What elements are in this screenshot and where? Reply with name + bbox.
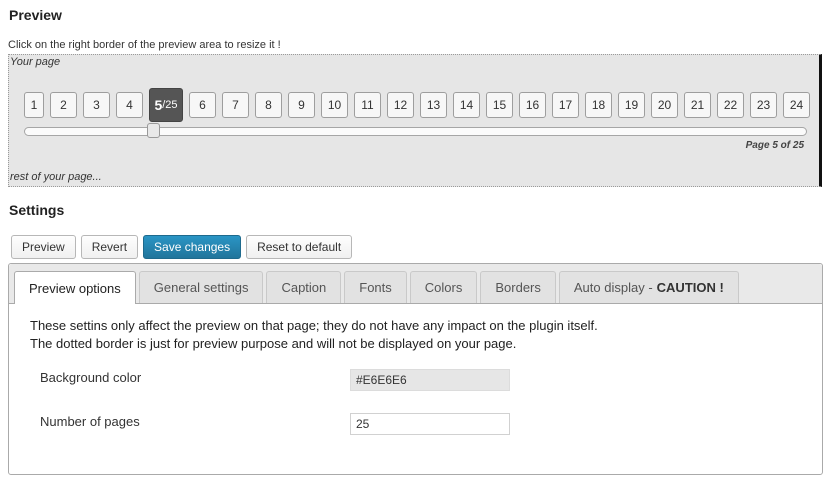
page-button[interactable]: 9 [288,92,315,118]
description-line: The dotted border is just for preview pu… [30,336,517,351]
background-color-label: Background color [40,370,142,385]
page-button[interactable]: 1 [24,92,44,118]
page-button[interactable]: 2 [50,92,77,118]
tab-general-settings[interactable]: General settings [138,271,264,303]
preview-button[interactable]: Preview [11,235,76,259]
current-page-button: 5/25 [149,88,183,122]
tab-borders[interactable]: Borders [480,271,556,303]
page-slider-handle[interactable] [147,123,160,138]
tab-bar: Preview options General settings Caption… [9,264,822,304]
save-changes-button[interactable]: Save changes [143,235,242,259]
page-button[interactable]: 24 [783,92,810,118]
preview-heading: Preview [9,7,62,23]
current-page-total: /25 [162,99,178,111]
tab-caption[interactable]: Caption [266,271,342,303]
rest-of-page-label: rest of your page... [10,171,102,183]
page-button[interactable]: 23 [750,92,777,118]
description-line: These settins only affect the preview on… [30,318,598,333]
current-page-number: 5 [154,97,163,113]
page-button[interactable]: 16 [519,92,546,118]
page-button[interactable]: 22 [717,92,744,118]
tab-content: These settins only affect the preview on… [30,317,812,353]
page-button[interactable]: 4 [116,92,143,118]
page-button[interactable]: 12 [387,92,414,118]
tab-colors[interactable]: Colors [409,271,478,303]
caution-label: CAUTION ! [656,280,724,295]
your-page-label: Your page [10,56,61,68]
page-button[interactable]: 6 [189,92,216,118]
settings-toolbar: Preview Revert Save changes Reset to def… [11,235,353,259]
resize-hint: Click on the right border of the preview… [8,39,281,51]
settings-panel: Preview options General settings Caption… [8,263,823,475]
tab-preview-options[interactable]: Preview options [14,271,136,304]
page-button[interactable]: 15 [486,92,513,118]
page-slider-track[interactable] [24,127,807,136]
page-button[interactable]: 20 [651,92,678,118]
tab-auto-display[interactable]: Auto display - CAUTION ! [558,271,739,303]
reset-default-button[interactable]: Reset to default [246,235,353,259]
page-button[interactable]: 21 [684,92,711,118]
page-button[interactable]: 19 [618,92,645,118]
settings-heading: Settings [9,202,65,218]
page-button[interactable]: 18 [585,92,612,118]
page-button[interactable]: 14 [453,92,480,118]
background-color-field[interactable]: #E6E6E6 [350,369,510,391]
page-button[interactable]: 8 [255,92,282,118]
page-button[interactable]: 11 [354,92,381,118]
pagination: 1 2 3 4 5/25 6 7 8 9 10 11 12 13 14 15 1… [24,88,810,122]
number-of-pages-label: Number of pages [40,414,140,429]
page-count-label: Page 5 of 25 [745,140,804,151]
revert-button[interactable]: Revert [80,235,139,259]
tab-auto-display-label: Auto display - [573,280,653,295]
page-button[interactable]: 10 [321,92,348,118]
page-button[interactable]: 17 [552,92,579,118]
preview-area[interactable]: Your page 1 2 3 4 5/25 6 7 8 9 10 11 12 … [8,54,822,187]
tab-fonts[interactable]: Fonts [344,271,407,303]
page-button[interactable]: 3 [83,92,110,118]
page-button[interactable]: 13 [420,92,447,118]
page-button[interactable]: 7 [222,92,249,118]
number-of-pages-input[interactable]: 25 [350,413,510,435]
